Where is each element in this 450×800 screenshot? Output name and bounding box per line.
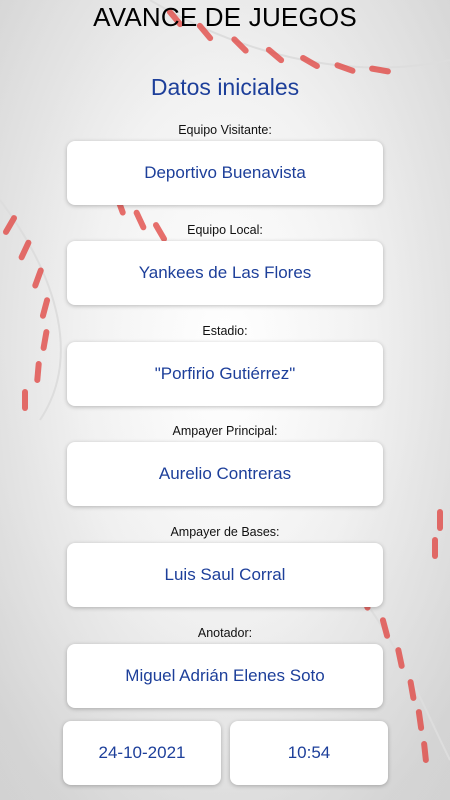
scorer-field[interactable]: Miguel Adrián Elenes Soto	[67, 644, 383, 708]
main-umpire-label: Ampayer Principal:	[172, 424, 278, 438]
stadium-field[interactable]: "Porfirio Gutiérrez"	[67, 342, 383, 406]
home-team-field[interactable]: Yankees de Las Flores	[67, 241, 383, 305]
base-umpire-field[interactable]: Luis Saul Corral	[67, 543, 383, 607]
home-team-label: Equipo Local:	[187, 223, 263, 237]
time-field[interactable]: 10:54	[230, 721, 388, 785]
stitch-mark	[22, 389, 28, 411]
main-umpire-field[interactable]: Aurelio Contreras	[67, 442, 383, 506]
section-title: Datos iniciales	[150, 74, 300, 100]
visitor-team-label: Equipo Visitante:	[178, 123, 272, 137]
visitor-team-field[interactable]: Deportivo Buenavista	[67, 141, 383, 205]
date-field[interactable]: 24-10-2021	[63, 721, 221, 785]
base-umpire-label: Ampayer de Bases:	[170, 525, 280, 539]
app-title: AVANCE DE JUEGOS	[93, 2, 357, 32]
scorer-label: Anotador:	[197, 626, 253, 640]
stadium-label: Estadio:	[202, 324, 248, 338]
stitch-mark	[432, 537, 438, 559]
